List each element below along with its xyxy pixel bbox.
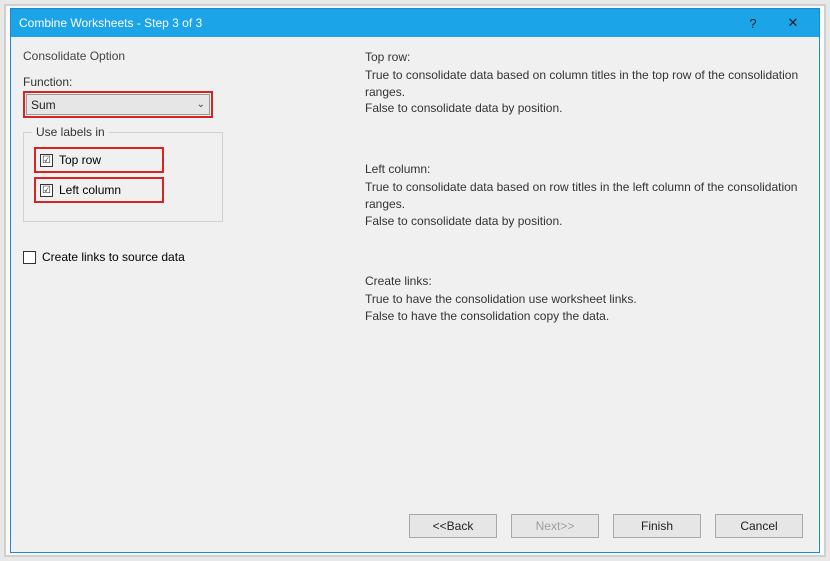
button-row: <<Back Next>> Finish Cancel: [11, 506, 819, 552]
left-column-label: Left column: [59, 183, 121, 197]
use-labels-groupbox: Use labels in ☑ Top row ☑ Left column: [23, 132, 223, 222]
desc-line: True to consolidate data based on column…: [365, 67, 799, 101]
close-icon[interactable]: ✕: [773, 11, 813, 35]
help-icon[interactable]: ?: [733, 11, 773, 35]
create-links-label: Create links to source data: [42, 250, 185, 264]
desc-line: True to have the consolidation use works…: [365, 291, 799, 308]
next-button: Next>>: [511, 514, 599, 538]
window-title: Combine Worksheets - Step 3 of 3: [19, 16, 733, 30]
desc-line: False to have the consolidation copy the…: [365, 308, 799, 325]
checkbox-icon[interactable]: ☑: [40, 154, 53, 167]
finish-button[interactable]: Finish: [613, 514, 701, 538]
top-row-highlight: ☑ Top row: [34, 147, 164, 173]
left-column-highlight: ☑ Left column: [34, 177, 164, 203]
spreadsheet-backdrop: Combine Worksheets - Step 3 of 3 ? ✕ Con…: [4, 4, 826, 557]
groupbox-label: Use labels in: [32, 125, 109, 139]
left-column-description: Left column: True to consolidate data ba…: [365, 161, 799, 229]
desc-heading: Create links:: [365, 273, 799, 290]
function-highlight: Sum ⌄: [23, 91, 213, 118]
left-column-option[interactable]: ☑ Left column: [40, 183, 156, 197]
desc-heading: Left column:: [365, 161, 799, 178]
description-pane: Top row: True to consolidate data based …: [353, 45, 807, 506]
section-title: Consolidate Option: [23, 49, 353, 63]
function-label: Function:: [23, 75, 353, 89]
chevron-down-icon: ⌄: [197, 99, 205, 110]
desc-line: False to consolidate data by position.: [365, 100, 799, 117]
cancel-button[interactable]: Cancel: [715, 514, 803, 538]
desc-heading: Top row:: [365, 49, 799, 66]
function-value: Sum: [31, 98, 56, 112]
back-button[interactable]: <<Back: [409, 514, 497, 538]
combine-worksheets-dialog: Combine Worksheets - Step 3 of 3 ? ✕ Con…: [10, 8, 820, 553]
dialog-body: Consolidate Option Function: Sum ⌄ Use l…: [11, 37, 819, 506]
top-row-description: Top row: True to consolidate data based …: [365, 49, 799, 117]
create-links-description: Create links: True to have the consolida…: [365, 273, 799, 324]
checkbox-icon[interactable]: ☑: [40, 184, 53, 197]
titlebar: Combine Worksheets - Step 3 of 3 ? ✕: [11, 9, 819, 37]
desc-line: True to consolidate data based on row ti…: [365, 179, 799, 213]
checkbox-icon[interactable]: [23, 251, 36, 264]
left-pane: Consolidate Option Function: Sum ⌄ Use l…: [23, 45, 353, 506]
desc-line: False to consolidate data by position.: [365, 213, 799, 230]
top-row-option[interactable]: ☑ Top row: [40, 153, 156, 167]
create-links-option[interactable]: Create links to source data: [23, 250, 353, 264]
function-dropdown[interactable]: Sum ⌄: [26, 94, 210, 115]
top-row-label: Top row: [59, 153, 101, 167]
